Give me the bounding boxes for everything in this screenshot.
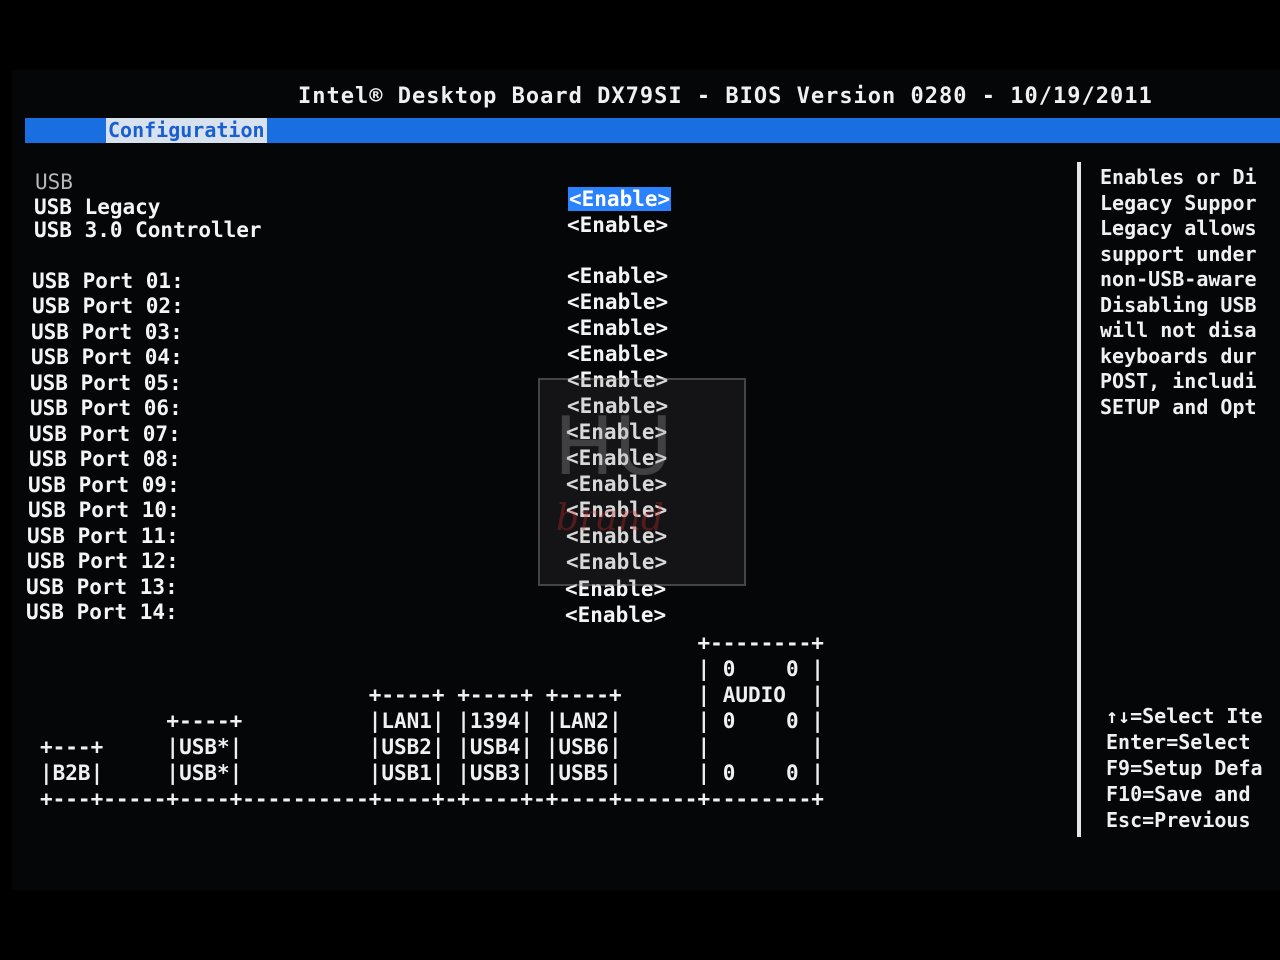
setting-value[interactable]: <Enable> — [567, 213, 668, 237]
setting-label: USB Port 14: — [26, 600, 178, 624]
setting-value[interactable]: <Enable> — [567, 264, 668, 288]
setting-label: USB Legacy — [34, 195, 161, 219]
section-usb-label: USB — [35, 170, 73, 194]
setting-label: USB Port 12: — [27, 549, 179, 573]
setting-label: USB Port 06: — [30, 396, 182, 420]
diagram-row: +---+-----+----+----------+----+-+----+-… — [40, 787, 824, 811]
diagram-row: +--------+ — [40, 631, 824, 655]
key-legend: ↑↓=Select Ite Enter=Select F9=Setup Defa F1… — [1106, 703, 1263, 833]
setting-label: USB Port 11: — [27, 524, 179, 548]
watermark-text-2: brand — [556, 498, 664, 539]
setting-label: USB Port 03: — [31, 320, 183, 344]
setting-label: USB Port 08: — [29, 447, 181, 471]
bios-title: Intel® Desktop Board DX79SI - BIOS Versi… — [298, 84, 1153, 109]
watermark-logo: HU brand — [538, 378, 746, 586]
setting-value[interactable]: <Enable> — [567, 290, 668, 314]
help-text: Enables or Di Legacy Suppor Legacy allows s… — [1100, 165, 1257, 420]
help-divider — [1077, 162, 1081, 837]
key-legend-line: F9=Setup Defa — [1106, 756, 1263, 780]
key-legend-line: ↑↓=Select Ite — [1106, 704, 1263, 728]
key-legend-line: Enter=Select — [1106, 730, 1251, 754]
help-line: Disabling USB — [1100, 292, 1257, 317]
help-line: non-USB-aware — [1100, 267, 1257, 291]
setting-label: USB Port 05: — [30, 371, 182, 395]
help-line: SETUP and Opt — [1100, 394, 1257, 419]
help-line: will not disa — [1100, 318, 1257, 342]
setting-value[interactable]: <Enable> — [568, 187, 672, 211]
setting-value[interactable]: <Enable> — [567, 316, 668, 340]
diagram-row: +----+ +----+ +----+ | AUDIO | — [40, 683, 824, 707]
setting-label: USB 3.0 Controller — [34, 218, 262, 242]
help-line: Legacy allows — [1100, 216, 1257, 240]
setting-label: USB Port 10: — [28, 498, 180, 522]
diagram-row: |B2B| |USB*| |USB1| |USB3| |USB5| | 0 0 … — [40, 761, 824, 785]
help-line: Enables or Di — [1100, 165, 1257, 189]
setting-label: USB Port 13: — [26, 575, 178, 599]
diagram-row: | 0 0 | — [40, 657, 824, 681]
setting-value[interactable]: <Enable> — [567, 342, 668, 366]
diagram-row: +----+ |LAN1| |1394| |LAN2| | 0 0 | — [40, 709, 824, 733]
setting-value[interactable]: <Enable> — [565, 603, 666, 627]
key-legend-line: F10=Save and — [1106, 782, 1251, 806]
setting-label: USB Port 04: — [31, 345, 183, 369]
setting-label: USB Port 09: — [28, 473, 180, 497]
back-panel-diagram: +--------+ | 0 0 | +----+ +----+ +----+ … — [40, 630, 824, 812]
key-legend-line: Esc=Previous — [1106, 808, 1251, 832]
setting-label: USB Port 07: — [29, 422, 181, 446]
setting-label: USB Port 02: — [32, 294, 184, 318]
diagram-row: +---+ |USB*| |USB2| |USB4| |USB6| | | — [40, 735, 824, 759]
help-line: POST, includi — [1100, 369, 1257, 393]
setting-label: USB Port 01: — [32, 269, 184, 293]
help-line: support under — [1100, 241, 1257, 266]
help-line: keyboards dur — [1100, 343, 1257, 368]
help-line: Legacy Suppor — [1100, 190, 1257, 215]
watermark-text: HU — [554, 400, 673, 493]
tab-configuration[interactable]: Configuration — [106, 118, 267, 143]
